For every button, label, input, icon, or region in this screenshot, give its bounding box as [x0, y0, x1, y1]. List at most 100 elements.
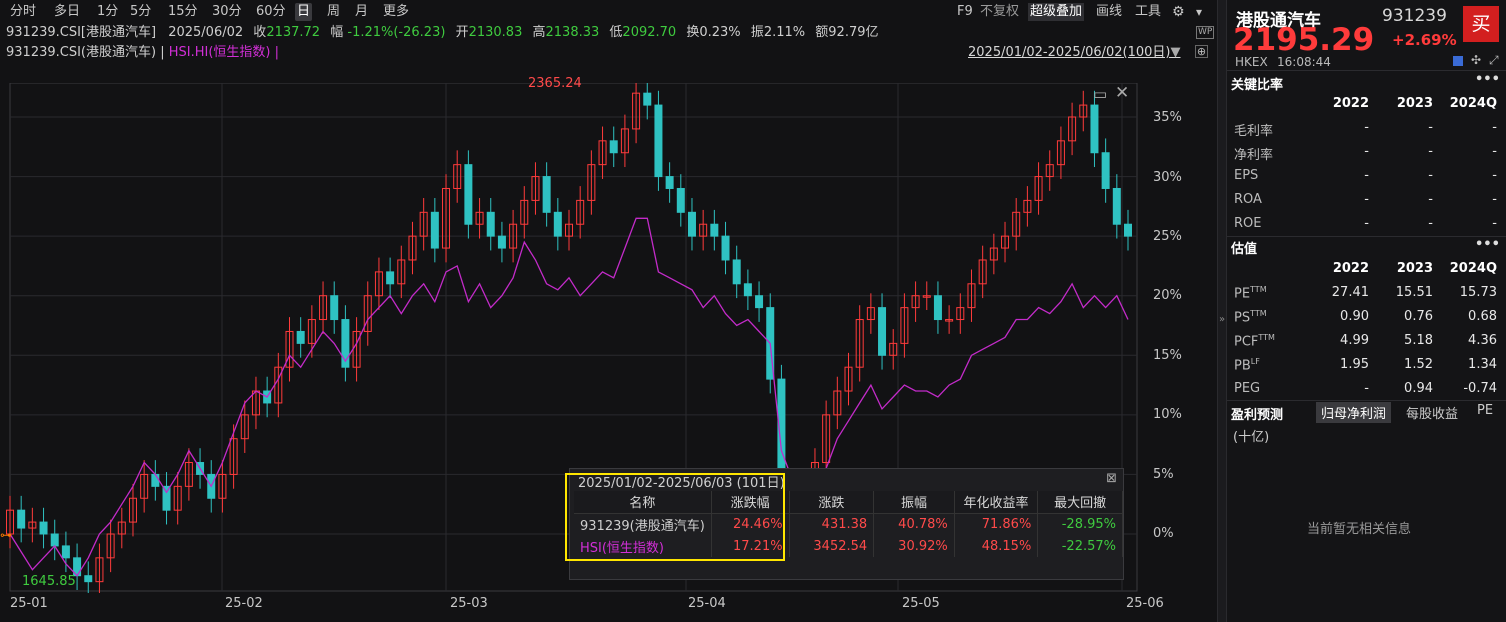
max-price-label: 2365.24 — [528, 76, 582, 91]
period-5min[interactable]: 5分 — [128, 3, 153, 21]
y-label-20: 20% — [1153, 288, 1182, 303]
candle-body — [162, 485, 171, 511]
no-adjust-button[interactable]: 不复权 — [978, 3, 1021, 21]
close-icon[interactable]: ✕ — [1115, 83, 1129, 103]
col-name: 名称 — [574, 491, 712, 514]
period-intraday[interactable]: 分时 — [8, 3, 38, 21]
f9-button[interactable]: F9 — [955, 3, 975, 21]
ratio-net-margin: 净利率 — [1234, 148, 1274, 163]
stock-price: 2195.29 — [1233, 22, 1375, 58]
forecast-title: 盈利预测 — [1231, 408, 1284, 423]
tools-button[interactable]: 工具 — [1133, 3, 1163, 21]
candle-body — [497, 235, 506, 249]
ratio-value: - — [1428, 216, 1433, 231]
expand-icon[interactable]: ⤢ — [1489, 53, 1499, 68]
stats-close-icon[interactable]: ⊠ — [1106, 471, 1117, 486]
x-label-apr: 25-04 — [688, 596, 726, 611]
legend-sep: | — [160, 45, 165, 60]
valuation-value: 5.18 — [1404, 333, 1433, 348]
candle-body — [17, 509, 26, 529]
forecast-unit: (十亿) — [1233, 430, 1270, 445]
gear-icon[interactable]: ⚙ — [1170, 3, 1187, 21]
candle-body — [878, 307, 887, 356]
period-more[interactable]: 更多 — [381, 3, 411, 21]
valuation-pcf: PCFTTM — [1234, 333, 1275, 350]
buy-button[interactable]: 买 — [1463, 6, 1499, 42]
collapse-arrow-icon[interactable]: » — [1219, 314, 1225, 325]
period-60min[interactable]: 60分 — [254, 3, 288, 21]
window-pin-icon[interactable]: WP — [1196, 26, 1215, 39]
ratios-year-2022: 2022 — [1332, 96, 1369, 111]
tab-net-profit[interactable]: 归母净利润 — [1316, 402, 1392, 423]
stats-header-row: 名称 涨跌幅 涨跌 振幅 年化收益率 最大回撤 — [574, 491, 1123, 514]
period-30min[interactable]: 30分 — [210, 3, 244, 21]
ratio-eps: EPS — [1234, 168, 1259, 183]
ratio-value: - — [1364, 216, 1369, 231]
candle-body — [609, 140, 618, 154]
date-range-selector[interactable]: 2025/01/02-2025/06/02(100日)▼ — [968, 44, 1181, 62]
y-label-35: 35% — [1153, 110, 1182, 125]
period-multi-day[interactable]: 多日 — [52, 3, 82, 21]
candle-body — [386, 271, 395, 285]
panel-divider[interactable]: » — [1217, 0, 1227, 622]
ratio-gross-margin: 毛利率 — [1234, 124, 1274, 139]
y-label-30: 30% — [1153, 170, 1182, 185]
valuation-value: 4.36 — [1468, 333, 1497, 348]
candle-body — [755, 295, 764, 309]
close-value: 2137.72 — [266, 25, 321, 40]
row-max-drawdown: -28.95% — [1037, 513, 1123, 535]
period-month[interactable]: 月 — [353, 3, 370, 21]
draw-line-button[interactable]: 画线 — [1094, 3, 1124, 21]
y-label-25: 25% — [1153, 229, 1182, 244]
separator — [1227, 236, 1506, 237]
candle-body — [39, 521, 48, 535]
lock-icon[interactable]: ⊕ — [1195, 45, 1208, 58]
chevron-down-icon[interactable]: ▾ — [1194, 3, 1204, 21]
valuation-value: 0.76 — [1404, 309, 1433, 324]
valuation-year-2023: 2023 — [1396, 261, 1433, 276]
legend-overlay[interactable]: HSI.HI(恒生指数) — [169, 45, 271, 60]
table-row[interactable]: 931239(港股通汽车) 24.46% 431.38 40.78% 71.86… — [574, 513, 1123, 535]
legend-line: 931239.CSI(港股通汽车) | HSI.HI(恒生指数) | — [6, 44, 279, 62]
maximize-icon[interactable]: ▭ — [1093, 85, 1107, 103]
col-amplitude: 振幅 — [873, 491, 955, 514]
stock-change: +2.69% — [1392, 31, 1457, 49]
candle-body — [676, 187, 685, 213]
tab-pe[interactable]: PE — [1477, 403, 1493, 418]
y-label-0: 0% — [1153, 526, 1174, 541]
period-1min[interactable]: 1分 — [95, 3, 120, 21]
date-range-text: 2025/01/02-2025/06/02(100日) — [968, 45, 1171, 60]
valuation-value: 15.51 — [1395, 285, 1433, 300]
row-name: 931239(港股通汽车) — [574, 513, 712, 535]
ratios-more-icon[interactable]: ••• — [1475, 72, 1500, 87]
valuation-value: -0.74 — [1463, 381, 1497, 396]
change-label: 幅 — [330, 25, 344, 40]
edit-icon[interactable] — [1453, 56, 1463, 66]
interval-stats-popup: 2025/01/02-2025/06/03 (101日) ⊠ 名称 涨跌幅 涨跌… — [569, 468, 1124, 580]
table-row[interactable]: HSI(恒生指数) 17.21% 3452.54 30.92% 48.15% -… — [574, 535, 1123, 557]
dropdown-triangle-icon: ▼ — [1170, 45, 1181, 60]
settings-icon[interactable]: ✣ — [1471, 53, 1481, 67]
candle-body — [654, 104, 663, 178]
super-overlay-button[interactable]: 超级叠加 — [1028, 3, 1085, 21]
quote-time: 16:08:44 — [1277, 55, 1331, 69]
open-label: 开 — [455, 25, 469, 40]
valuation-value: 0.90 — [1340, 309, 1369, 324]
row-amplitude: 40.78% — [873, 513, 955, 535]
row-change: 3452.54 — [789, 535, 875, 557]
period-15min[interactable]: 15分 — [166, 3, 200, 21]
period-day[interactable]: 日 — [295, 3, 313, 21]
valuation-value: 1.52 — [1404, 357, 1433, 372]
candle-body — [732, 259, 741, 285]
valuation-more-icon[interactable]: ••• — [1475, 237, 1500, 252]
open-value: 2130.83 — [468, 25, 523, 40]
valuation-year-2024q: 2024Q — [1449, 261, 1497, 276]
candle-body — [721, 235, 730, 261]
valuation-year-2022: 2022 — [1332, 261, 1369, 276]
tab-eps[interactable]: 每股收益 — [1406, 403, 1458, 422]
period-week[interactable]: 周 — [325, 3, 342, 21]
y-label-10: 10% — [1153, 407, 1182, 422]
ratio-value: - — [1492, 144, 1497, 159]
market-label: HKEX — [1235, 55, 1268, 69]
candle-body — [151, 473, 160, 487]
